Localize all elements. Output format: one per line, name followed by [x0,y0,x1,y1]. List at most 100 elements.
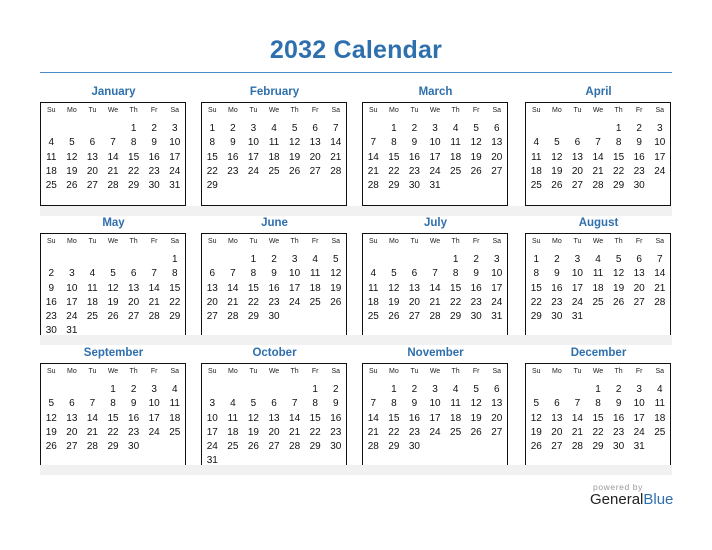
day-cell: 26 [530,441,542,453]
day-cell: 10 [429,398,441,410]
day-cell: 25 [654,426,666,438]
day-cell: 16 [470,282,482,294]
day-cell: 21 [227,296,239,308]
day-cell: 1 [391,384,397,395]
week-row: 13 14 15 16 17 18 19 [202,282,346,296]
day-cell: 22 [613,165,625,177]
day-grid: 1 2 3 4 5 6 7 8 9 10 11 12 13 14 15 16 17 18 19 20 21 22 23 24 2… [363,253,507,324]
day-cell: 3 [209,398,216,410]
day-cell [486,440,507,454]
weekday-label: Th [614,238,623,245]
day-cell: 17 [169,151,181,163]
day-cell: 22 [206,165,218,177]
weekday-label: Sa [655,238,665,245]
day-cell: 1 [171,254,178,265]
brand-logo[interactable]: powered by GeneralBlue [590,482,680,508]
weekday-label: Su [47,107,56,114]
weekday-label: We [592,368,604,375]
day-cell: 16 [633,151,645,163]
day-cell: 26 [388,311,400,323]
week-row: 22 23 24 25 26 27 28 [526,296,670,310]
week-row: 1 2 3 [363,253,507,267]
week-row: 19 20 21 22 23 24 25 [526,426,670,440]
weekday-label: Th [129,238,138,245]
day-cell: 6 [636,254,642,265]
day-cell [629,310,650,324]
day-cell [486,179,507,193]
day-cell: 11 [368,282,379,294]
day-cell [547,122,568,136]
day-cell: 6 [130,268,137,280]
day-cell [82,383,103,397]
day-cell: 7 [89,398,96,410]
week-row: 12 13 14 15 16 17 18 [41,412,185,426]
day-cell [547,383,568,397]
weekday-label: We [268,368,280,375]
day-cell [445,440,466,454]
day-cell [103,253,124,267]
month-box: Su Mo Tu We Th Fr Sa 1 2 3 4 5 6 7 8 9 10 11 12 13 14 15 16 17 1… [40,363,186,467]
day-cell: 25 [530,180,542,192]
day-cell: 13 [633,268,645,280]
day-cell: 24 [654,165,666,177]
day-cell: 28 [86,441,98,453]
month-name: December [570,347,627,359]
day-cell: 21 [289,426,301,438]
weekday-label: Mo [228,368,238,375]
weekday-label: Mo [552,368,562,375]
weekday-label: Su [208,368,217,375]
day-cell: 1 [452,254,459,265]
day-cell: 18 [654,412,666,424]
day-cell: 4 [271,123,277,134]
week-row: 15 16 17 18 19 20 21 [202,151,346,165]
day-cell: 2 [473,254,479,265]
day-cell: 13 [571,151,583,163]
month-name: May [102,217,125,229]
day-cell [164,440,185,454]
day-cell: 22 [388,165,400,177]
day-cell: 28 [429,311,441,323]
week-row: 1 2 3 4 [41,383,185,397]
day-cell: 13 [206,282,218,294]
title-underline [40,72,672,73]
week-row: 1 2 3 [41,122,185,136]
day-cell: 4 [595,254,601,265]
day-cell: 13 [66,412,78,424]
day-cell: 16 [408,412,420,424]
day-cell: 3 [656,123,663,134]
weekday-header: Su Mo Tu We Th Fr Sa [526,238,670,245]
day-cell: 4 [230,398,236,410]
day-cell: 18 [268,151,280,163]
day-cell: 22 [128,165,140,177]
day-cell: 6 [493,384,500,395]
week-row: 1 2 3 [526,122,670,136]
day-cell: 19 [388,296,400,308]
weekday-label: Th [451,368,460,375]
weekday-label: Su [208,238,217,245]
day-cell: 6 [411,268,418,280]
day-cell [264,383,285,397]
day-cell: 5 [332,254,339,265]
day-cell: 10 [289,268,301,280]
day-cell: 15 [309,412,321,424]
day-cell: 21 [654,282,666,294]
day-cell: 7 [574,398,581,410]
weekday-label: Sa [492,107,502,114]
day-cell: 15 [613,151,625,163]
day-cell: 3 [432,123,438,134]
weekday-header: Su Mo Tu We Th Fr Sa [41,107,185,114]
day-cell: 19 [330,282,342,294]
day-cell [363,122,384,136]
week-row: 22 23 24 25 26 27 28 [202,165,346,179]
day-cell: 8 [171,268,178,280]
weekday-label: Fr [311,368,319,375]
day-cell [144,253,165,267]
weekday-label: Fr [150,368,158,375]
day-cell: 8 [391,137,397,149]
day-cell: 27 [491,165,503,177]
day-cell: 9 [636,137,642,149]
weekday-label: We [592,238,604,245]
day-cell: 16 [45,296,57,308]
weekday-label: Sa [170,368,180,375]
day-cell: 8 [452,268,459,280]
